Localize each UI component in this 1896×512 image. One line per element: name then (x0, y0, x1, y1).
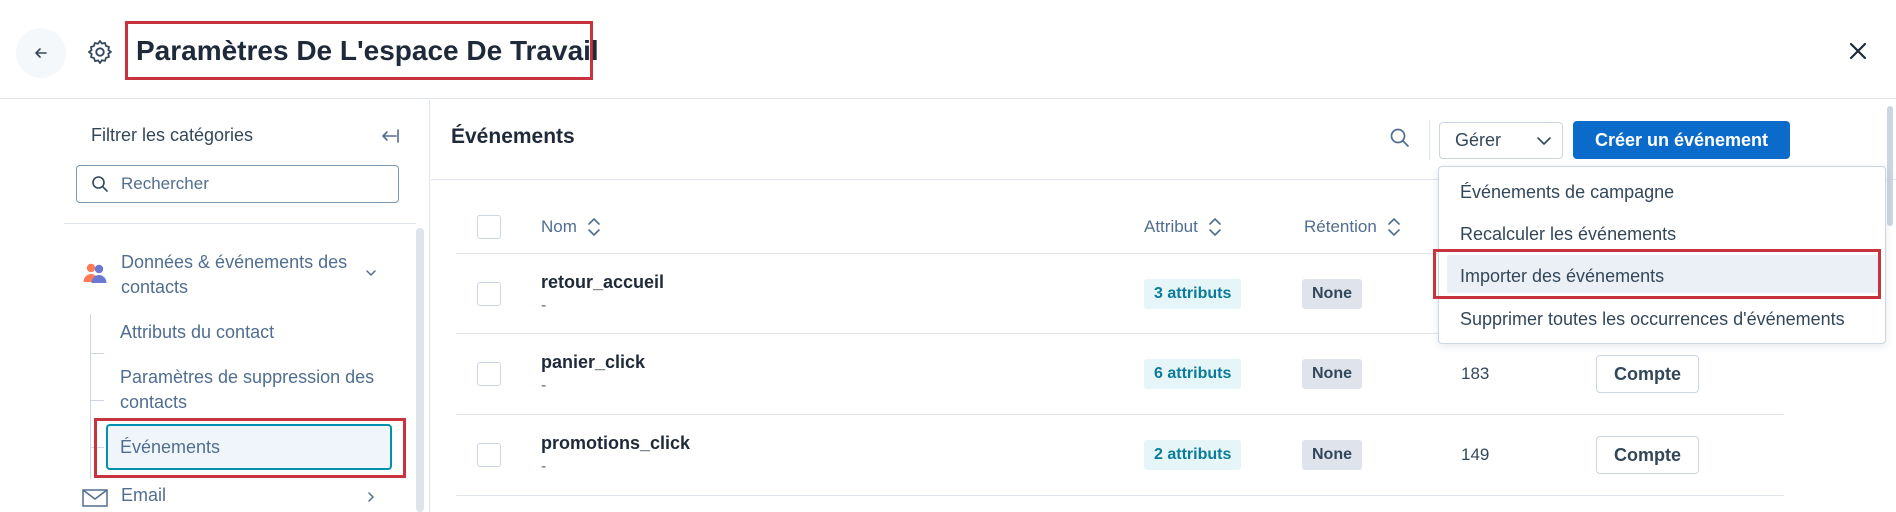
row-checkbox[interactable] (477, 443, 501, 467)
tree-branch (90, 400, 104, 401)
category-search-box[interactable] (76, 165, 399, 203)
attributes-badge[interactable]: 2 attributs (1144, 440, 1242, 470)
category-label: Données & événements des contacts (121, 252, 348, 297)
retention-badge: None (1302, 359, 1362, 389)
tree-connector (90, 314, 91, 479)
manage-dropdown-button[interactable]: Gérer (1439, 122, 1563, 159)
menu-item-recalculate-events[interactable]: Recalculer les événements (1460, 224, 1676, 245)
sort-icon (588, 218, 600, 236)
events-title: Événements (451, 125, 575, 148)
sidebar-item-contact-deletion-settings[interactable]: Paramètres de suppression des contacts (120, 365, 380, 415)
menu-item-delete-all-occurrences[interactable]: Supprimer toutes les occurrences d'événe… (1460, 309, 1845, 330)
row-divider (456, 414, 1784, 415)
gear-icon (88, 40, 112, 64)
sidebar-item-contact-attributes[interactable]: Attributs du contact (120, 320, 380, 345)
chevron-right-icon (368, 492, 374, 502)
chevron-down-icon (366, 270, 376, 276)
event-description: - (541, 377, 547, 394)
back-button[interactable] (16, 28, 66, 78)
search-icon (92, 176, 108, 192)
manage-label: Gérer (1455, 130, 1502, 150)
retention-badge: None (1302, 279, 1362, 309)
sidebar-scrollbar[interactable] (416, 228, 424, 512)
sort-icon (1387, 218, 1400, 236)
arrow-left-icon (35, 48, 47, 58)
category-email[interactable]: Email (82, 485, 382, 511)
event-description: - (541, 458, 547, 475)
column-attribute-label: Attribut (1144, 217, 1198, 236)
toolbar-divider (1429, 120, 1430, 160)
envelope-icon (82, 489, 108, 507)
column-retention-label: Rétention (1304, 217, 1377, 236)
event-count: 183 (1461, 364, 1490, 383)
row-checkbox[interactable] (477, 282, 501, 306)
select-all-checkbox[interactable] (477, 215, 501, 239)
retention-badge: None (1302, 440, 1362, 470)
collapse-sidebar-icon[interactable] (378, 125, 400, 147)
email-category-label: Email (121, 485, 167, 505)
settings-header: Paramètres De L'espace De Travail (0, 0, 1896, 99)
close-button[interactable] (1843, 36, 1873, 66)
event-name[interactable]: promotions_click (541, 433, 690, 454)
page-title: Paramètres De L'espace De Travail (136, 34, 599, 66)
event-count: 149 (1461, 445, 1490, 464)
manage-dropdown-menu: Événements de campagne Recalculer les év… (1433, 166, 1886, 344)
category-sidebar: Filtrer les catégories Données & événeme… (0, 100, 430, 512)
event-description: - (541, 297, 547, 314)
menu-item-highlight (1433, 249, 1881, 299)
event-name[interactable]: panier_click (541, 352, 645, 373)
row-divider (456, 495, 1784, 496)
create-event-button[interactable]: Créer un événement (1573, 121, 1790, 159)
filter-categories-label: Filtrer les catégories (91, 125, 254, 145)
column-name-label: Nom (541, 217, 577, 236)
sort-icon (1209, 218, 1221, 236)
search-icon[interactable] (1388, 126, 1412, 150)
tree-branch (90, 353, 104, 354)
main-scrollbar[interactable] (1887, 106, 1893, 226)
column-header-name[interactable]: Nom (541, 217, 601, 237)
count-button[interactable]: Compte (1596, 355, 1699, 393)
column-header-retention[interactable]: Rétention (1304, 217, 1401, 237)
event-name[interactable]: retour_accueil (541, 272, 664, 293)
page-title-highlight: Paramètres De L'espace De Travail (125, 21, 599, 80)
category-search-input[interactable] (121, 174, 381, 194)
attributes-badge[interactable]: 3 attributs (1144, 279, 1242, 309)
chevron-down-icon (1537, 137, 1551, 145)
close-icon (1849, 42, 1867, 60)
column-header-attribute[interactable]: Attribut (1144, 217, 1222, 237)
row-checkbox[interactable] (477, 362, 501, 386)
sidebar-divider (64, 223, 416, 224)
menu-item-campaign-events[interactable]: Événements de campagne (1460, 182, 1674, 203)
sidebar-item-events[interactable]: Événements (106, 424, 392, 470)
attributes-badge[interactable]: 6 attributs (1144, 359, 1242, 389)
contacts-icon (83, 263, 107, 283)
count-button[interactable]: Compte (1596, 436, 1699, 474)
